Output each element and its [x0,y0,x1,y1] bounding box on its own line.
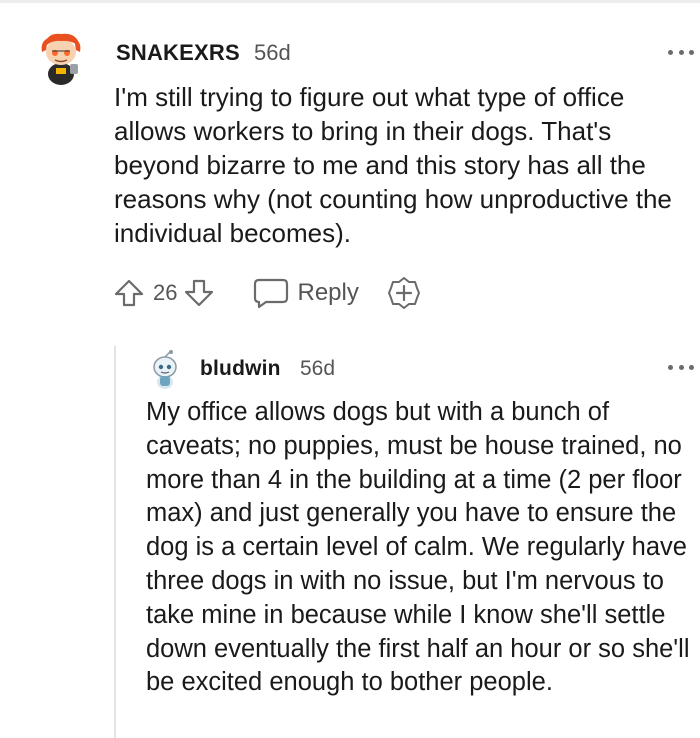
comment-age: 56d [300,357,336,380]
user-avatar-icon[interactable] [150,350,180,390]
more-dots-icon[interactable] [668,47,694,57]
downvote-arrow-icon[interactable] [183,277,215,309]
comment-author[interactable]: SNAKEXRS [116,40,240,66]
comment-body: My office allows dogs but with a bunch o… [146,398,690,697]
comment-body: I'm still trying to figure out what type… [114,82,672,248]
comment-actions: 26 Reply [113,273,421,313]
award-plus-icon[interactable] [387,276,421,310]
chat-bubble-icon [254,278,289,309]
user-avatar-icon[interactable] [36,26,86,86]
reply-label: Reply [297,279,359,306]
more-dots-icon[interactable] [668,362,694,372]
vote-count: 26 [153,280,178,305]
comment-author[interactable]: bludwin [200,357,281,381]
comment-parent: SNAKEXRS 56d I'm still trying to figure … [0,0,700,340]
comment-reply: bludwin 56d My office allows dogs but wi… [0,340,700,738]
upvote-arrow-icon[interactable] [113,277,145,309]
comment-age: 56d [254,40,291,65]
reply-button[interactable]: Reply [253,277,359,309]
